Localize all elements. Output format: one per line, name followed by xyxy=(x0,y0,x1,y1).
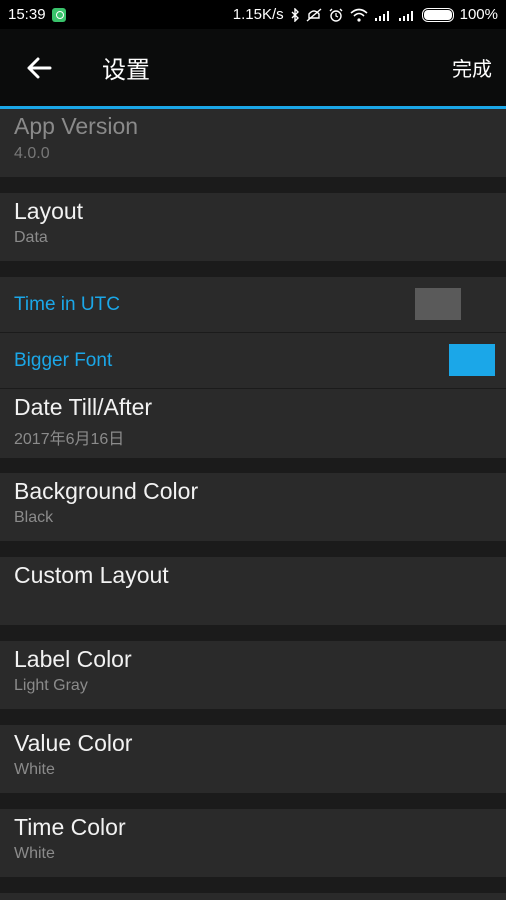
signal-icon xyxy=(374,8,392,22)
wifi-icon xyxy=(350,8,368,22)
setting-label: Bigger Font xyxy=(14,350,113,371)
setting-value: Light Gray xyxy=(14,677,88,694)
setting-label: Label Color xyxy=(14,646,132,672)
setting-value: White xyxy=(14,845,55,862)
status-icons: 1.15K/s 100% xyxy=(233,6,498,23)
time-utc-toggle[interactable] xyxy=(415,288,461,320)
bluetooth-icon xyxy=(290,7,300,22)
status-time: 15:39 xyxy=(8,6,46,23)
setting-label: Layout xyxy=(14,198,84,224)
back-button[interactable] xyxy=(12,41,66,95)
mute-icon xyxy=(306,7,322,22)
network-speed: 1.15K/s xyxy=(232,6,284,23)
bigger-font-toggle[interactable] xyxy=(449,344,495,376)
status-bar: 15:39 1.15K/s 100% xyxy=(0,0,506,29)
setting-app-version: App Version 4.0.0 xyxy=(0,109,506,177)
setting-time-in-utc[interactable]: Time in UTC xyxy=(0,277,506,332)
setting-value: Data xyxy=(14,229,48,246)
setting-date-till-after[interactable]: Date Till/After 2017年6月16日 xyxy=(0,389,506,458)
setting-value-color[interactable]: Value Color White xyxy=(0,725,506,793)
app-notification-icon xyxy=(51,7,66,22)
setting-label: Custom Layout xyxy=(14,562,169,588)
setting-value: White xyxy=(14,761,55,778)
page-title: 设置 xyxy=(102,57,150,84)
action-bar: 设置 完成 xyxy=(0,29,506,106)
setting-label: Background Color xyxy=(14,478,199,504)
setting-label: Value Color xyxy=(14,730,133,756)
arrow-left-icon xyxy=(27,57,52,78)
setting-bigger-font[interactable]: Bigger Font xyxy=(0,333,506,388)
alarm-icon xyxy=(328,8,344,22)
setting-label: Date Till/After xyxy=(14,394,153,420)
setting-value: 2017年6月16日 xyxy=(14,431,125,448)
setting-layout[interactable]: Layout Data xyxy=(0,193,506,261)
setting-label: Time Color xyxy=(14,814,126,840)
signal-icon xyxy=(398,8,416,22)
setting-custom-layout[interactable]: Custom Layout xyxy=(0,557,506,625)
setting-value: Black xyxy=(14,509,54,526)
setting-background-color[interactable]: Background Color Black xyxy=(0,473,506,541)
setting-label-color[interactable]: Label Color Light Gray xyxy=(0,641,506,709)
setting-value: 4.0.0 xyxy=(14,145,50,162)
setting-label: App Version xyxy=(14,113,139,139)
battery-icon xyxy=(421,7,454,22)
setting-time-color[interactable]: Time Color White xyxy=(0,809,506,877)
setting-next-row[interactable] xyxy=(0,893,506,900)
done-button[interactable]: 完成 xyxy=(452,53,492,82)
setting-label: Time in UTC xyxy=(14,294,120,315)
battery-percentage: 100% xyxy=(459,6,498,23)
